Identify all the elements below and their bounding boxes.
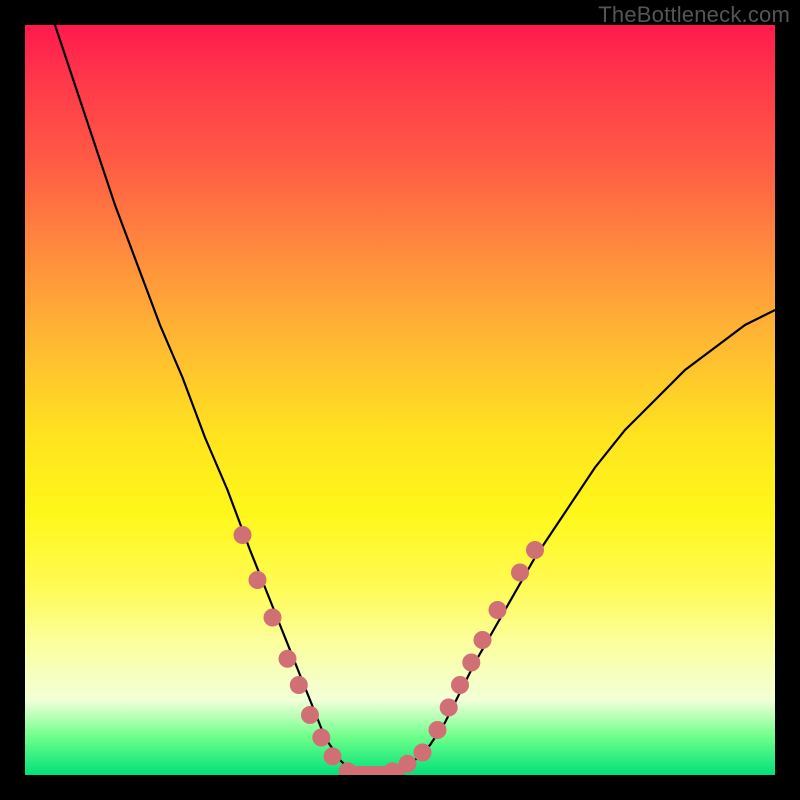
chart-svg	[25, 25, 775, 775]
bottleneck-curve	[55, 25, 775, 775]
marker-dot	[526, 541, 544, 559]
marker-dot	[234, 526, 252, 544]
marker-dot	[489, 601, 507, 619]
marker-dot	[249, 571, 267, 589]
marker-dot	[414, 744, 432, 762]
marker-dot	[429, 721, 447, 739]
marker-dot	[474, 631, 492, 649]
marker-dot	[440, 699, 458, 717]
marker-dot	[324, 747, 342, 765]
marker-dot	[312, 729, 330, 747]
marker-dot	[511, 564, 529, 582]
chart-frame: TheBottleneck.com	[0, 0, 800, 800]
marker-dot	[290, 676, 308, 694]
marker-dot	[264, 609, 282, 627]
plot-area	[25, 25, 775, 775]
marker-dot	[279, 650, 297, 668]
marker-dot	[462, 654, 480, 672]
marker-dot	[301, 706, 319, 724]
marker-dot	[399, 755, 417, 773]
marker-dot	[451, 676, 469, 694]
highlighted-points	[234, 526, 545, 775]
